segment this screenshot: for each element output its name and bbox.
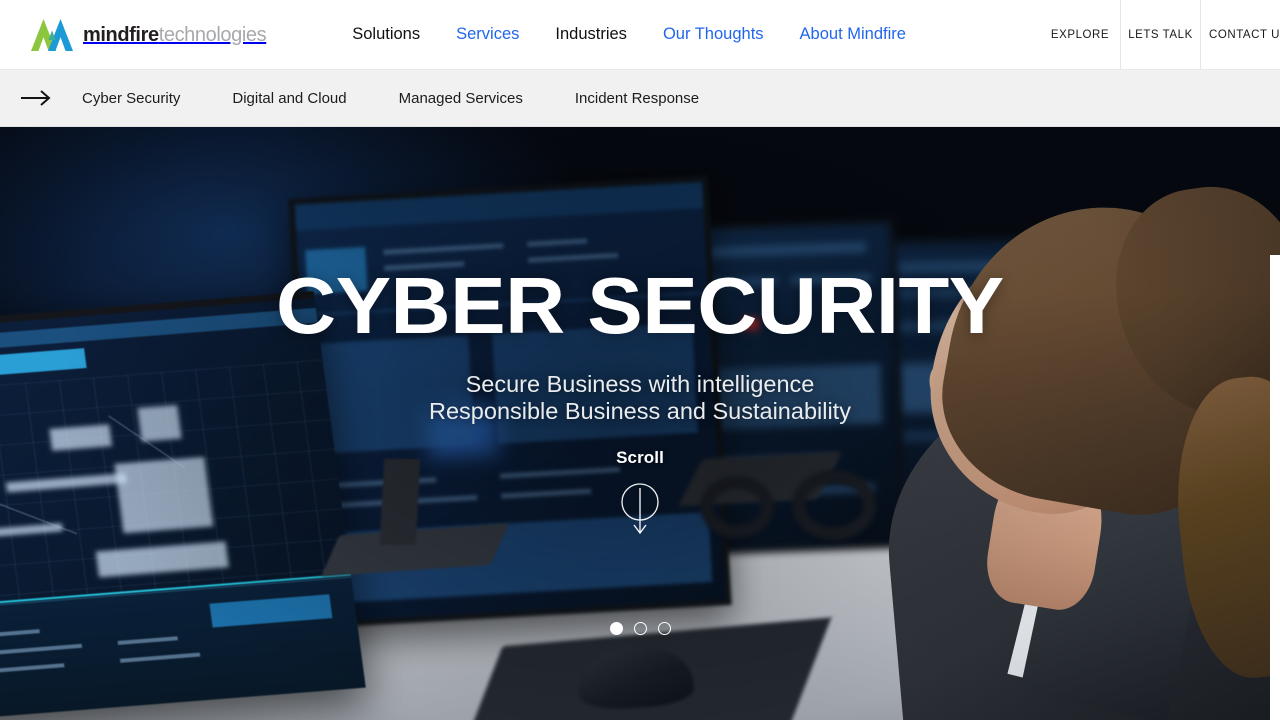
- util-item-lets-talk[interactable]: LETS TALK: [1120, 0, 1200, 69]
- arrow-right-icon: [20, 88, 54, 108]
- hero-content: CYBER SECURITY Secure Business with inte…: [0, 127, 1280, 720]
- util-item-contact-us[interactable]: CONTACT US: [1200, 0, 1280, 69]
- nav-item-services[interactable]: Services: [456, 26, 555, 43]
- nav-item-about-mindfire[interactable]: About Mindfire: [800, 26, 906, 43]
- subnav-item-incident-response[interactable]: Incident Response: [575, 91, 699, 106]
- hero-subtitle-line-1: Secure Business with intelligence: [465, 371, 815, 397]
- primary-navigation: Solutions Services Industries Our Though…: [352, 0, 906, 69]
- scroll-down-arrow-icon: [617, 480, 663, 538]
- site-header: mindfiretechnologies Solutions Services …: [0, 0, 1280, 70]
- subnav-item-managed-services[interactable]: Managed Services: [399, 91, 523, 106]
- brand-logo-link[interactable]: mindfiretechnologies: [0, 0, 267, 69]
- util-item-explore[interactable]: EXPLORE: [1040, 0, 1120, 69]
- mindfire-m-logo-icon: [31, 18, 73, 51]
- nav-item-solutions[interactable]: Solutions: [352, 26, 456, 43]
- hero-title: CYBER SECURITY: [276, 261, 1004, 350]
- nav-item-industries[interactable]: Industries: [555, 26, 663, 43]
- nav-item-our-thoughts[interactable]: Our Thoughts: [663, 26, 800, 43]
- subnav-item-digital-and-cloud[interactable]: Digital and Cloud: [232, 91, 346, 106]
- scroll-label: Scroll: [616, 447, 664, 467]
- brand-wordmark: mindfiretechnologies: [83, 23, 267, 46]
- subnav-item-cyber-security[interactable]: Cyber Security: [82, 91, 180, 106]
- utility-navigation: EXPLORE LETS TALK CONTACT US: [1040, 0, 1280, 69]
- hero-banner: CYBER SECURITY Secure Business with inte…: [0, 127, 1280, 720]
- hero-subtitle-line-2: Responsible Business and Sustainability: [429, 398, 851, 425]
- brand-name-bold: mindfire: [83, 23, 159, 46]
- section-subnav: Cyber Security Digital and Cloud Managed…: [0, 70, 1280, 127]
- brand-name-light: technologies: [158, 23, 267, 46]
- page-scrollbar[interactable]: [1270, 255, 1280, 720]
- hero-subtitle: Secure Business with intelligence Respon…: [429, 371, 851, 426]
- scroll-indicator[interactable]: Scroll: [616, 448, 664, 538]
